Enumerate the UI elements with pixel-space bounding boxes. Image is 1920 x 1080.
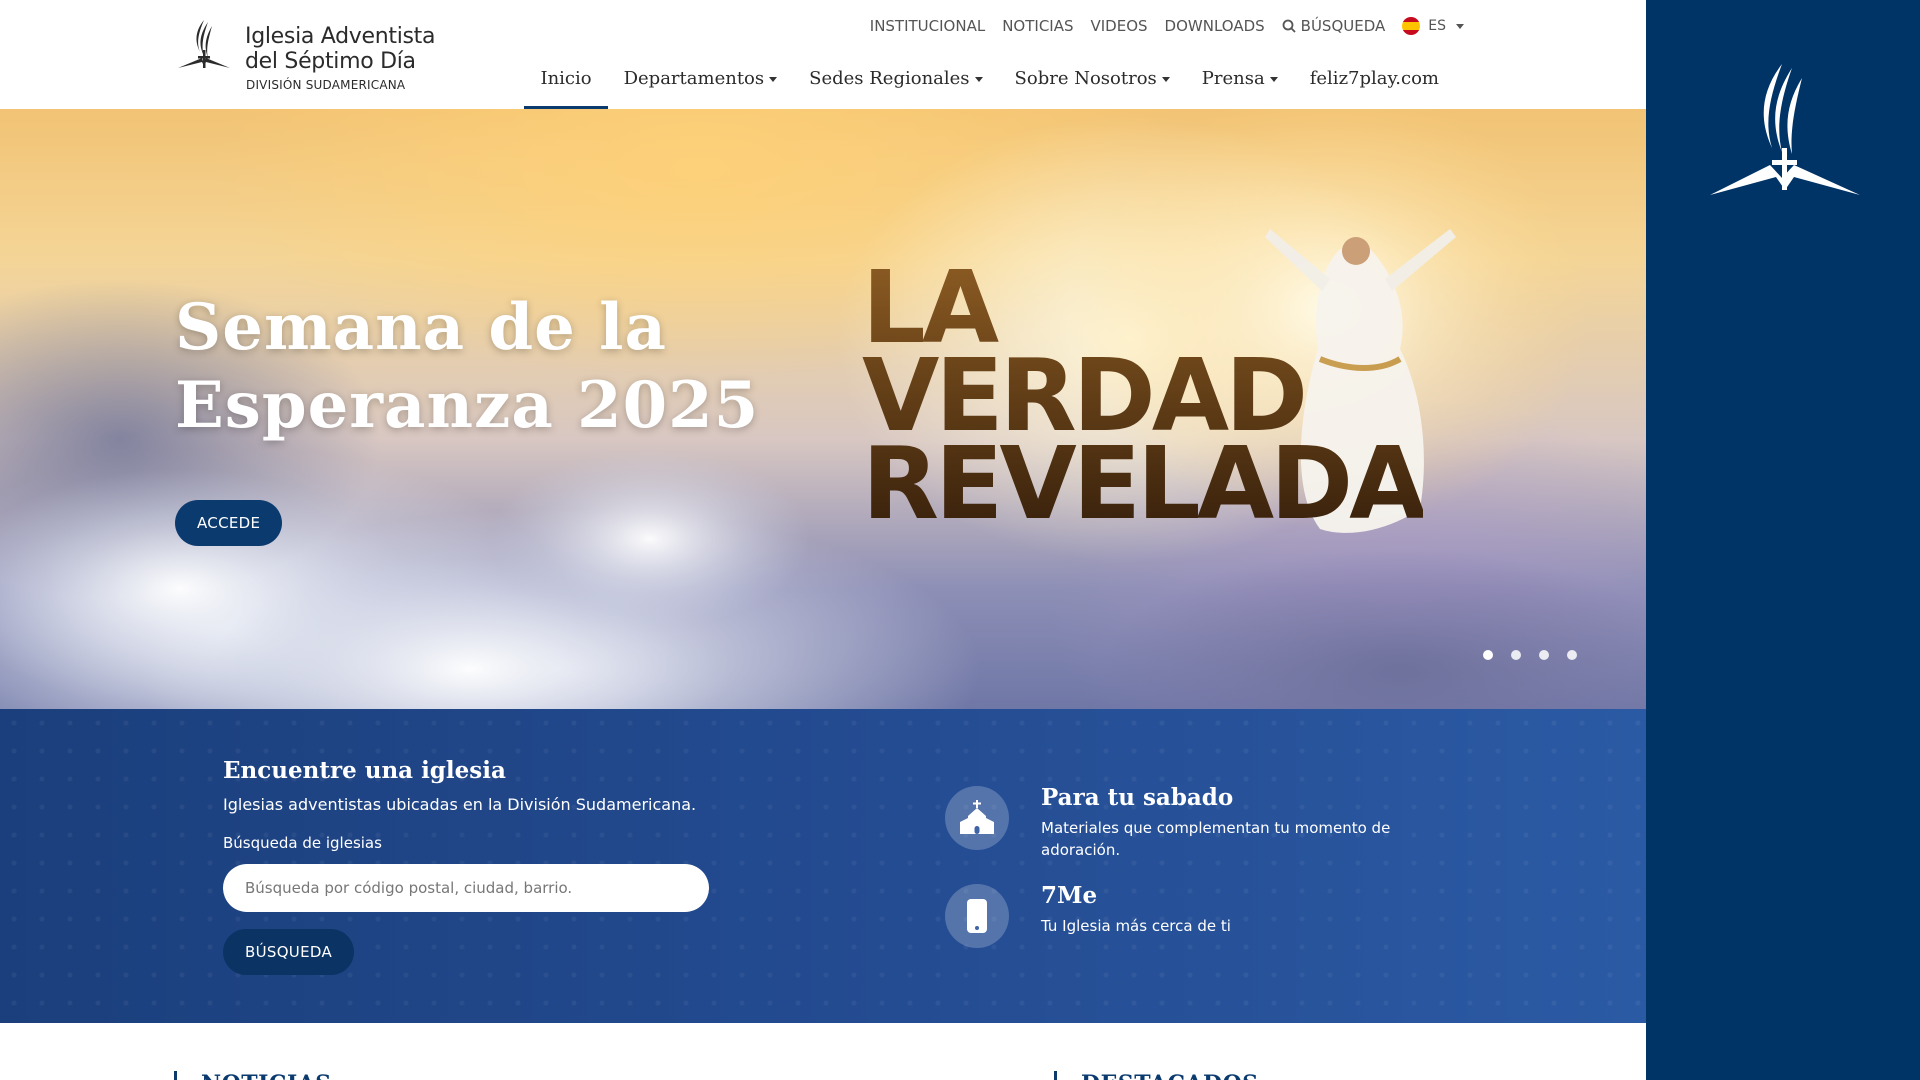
- chevron-down-icon: [769, 77, 778, 82]
- nav-item-inicio[interactable]: Inicio: [524, 64, 608, 109]
- carousel-indicators: [1483, 650, 1577, 660]
- main-nav: Inicio Departamentos Sedes Regionales So…: [524, 64, 1455, 109]
- chevron-down-icon: [1161, 77, 1170, 82]
- util-link-videos[interactable]: VIDEOS: [1091, 17, 1148, 35]
- feature-icon-circle: [945, 786, 1009, 850]
- smartphone-icon: [967, 899, 987, 933]
- nav-label: Inicio: [540, 68, 592, 89]
- adventist-logo-icon: [178, 20, 230, 68]
- church-icon: [960, 800, 994, 834]
- chevron-down-icon: [1269, 77, 1278, 82]
- chevron-down-icon: [1456, 23, 1464, 29]
- carousel-dot-2[interactable]: [1511, 650, 1521, 660]
- feature-description: Tu Iglesia más cerca de ti: [1041, 917, 1231, 935]
- hero-title-line-1: Semana de la: [175, 290, 667, 365]
- spain-flag-icon: [1402, 17, 1421, 35]
- hero-title: Semana de la Esperanza 2025: [175, 289, 759, 445]
- main-column: Iglesia Adventista del Séptimo Día DIVIS…: [0, 0, 1646, 1080]
- hero-art-line-3: REVELADA: [862, 425, 1423, 542]
- utility-nav: INSTITUCIONAL NOTICIAS VIDEOS DOWNLOADS …: [870, 17, 1464, 35]
- finder-title: Encuentre una iglesia: [223, 757, 506, 784]
- section-heading-destacados: DESTACADOS: [1054, 1071, 1259, 1080]
- church-search-button[interactable]: BÚSQUEDA: [223, 929, 355, 975]
- hero-title-line-2: Esperanza 2025: [175, 368, 760, 443]
- feature-description: Materiales que complementan tu momento d…: [1041, 819, 1391, 859]
- feature-icon-circle: [945, 884, 1009, 948]
- carousel-dot-1[interactable]: [1483, 650, 1493, 660]
- feature-7me[interactable]: 7Me Tu Iglesia más cerca de ti: [945, 882, 1411, 948]
- carousel-dot-4[interactable]: [1567, 650, 1577, 660]
- brand-line-3: DIVISIÓN SUDAMERICANA: [246, 78, 406, 92]
- language-label: ES: [1428, 18, 1446, 34]
- nav-label: Departamentos: [623, 68, 765, 89]
- section-heading-noticias: NOTICIAS: [174, 1071, 332, 1080]
- feature-para-tu-sabado[interactable]: Para tu sabado Materiales que complement…: [945, 784, 1411, 861]
- finder-subtitle: Iglesias adventistas ubicadas en la Divi…: [223, 795, 697, 814]
- chevron-down-icon: [974, 77, 983, 82]
- adventist-logo-icon[interactable]: [1710, 60, 1860, 200]
- finder-search-label: Búsqueda de iglesias: [223, 834, 382, 852]
- nav-item-departamentos[interactable]: Departamentos: [608, 64, 794, 109]
- search-icon: [1282, 19, 1296, 33]
- util-link-downloads[interactable]: DOWNLOADS: [1165, 17, 1265, 35]
- util-link-noticias[interactable]: NOTICIAS: [1002, 17, 1073, 35]
- util-search-label: BÚSQUEDA: [1300, 17, 1386, 35]
- hero-art-text: LA VERDAD REVELADA: [862, 264, 1423, 528]
- util-search-link[interactable]: BÚSQUEDA: [1282, 17, 1386, 35]
- content-section: NOTICIAS DESTACADOS: [0, 1023, 1646, 1080]
- nav-label: Prensa: [1201, 68, 1265, 89]
- language-selector[interactable]: ES: [1402, 17, 1464, 35]
- nav-label: Sobre Nosotros: [1014, 68, 1157, 89]
- church-finder-section: Encuentre una iglesia Iglesias adventist…: [0, 709, 1646, 1023]
- brand-line-2: del Séptimo Día: [245, 49, 416, 74]
- nav-label: Sedes Regionales: [809, 68, 970, 89]
- hero-cta-button[interactable]: ACCEDE: [175, 500, 283, 546]
- site-logo[interactable]: Iglesia Adventista del Séptimo Día DIVIS…: [174, 16, 435, 96]
- site-header: Iglesia Adventista del Séptimo Día DIVIS…: [0, 0, 1646, 109]
- carousel-dot-3[interactable]: [1539, 650, 1549, 660]
- church-search-input[interactable]: [223, 864, 709, 912]
- feature-title: 7Me: [1041, 882, 1098, 909]
- brand-line-1: Iglesia Adventista: [245, 24, 436, 49]
- util-link-institucional[interactable]: INSTITUCIONAL: [870, 17, 985, 35]
- nav-item-prensa[interactable]: Prensa: [1186, 64, 1294, 109]
- nav-label: feliz7play.com: [1309, 68, 1439, 89]
- feature-title: Para tu sabado: [1041, 784, 1234, 811]
- hero-carousel[interactable]: Semana de la Esperanza 2025 ACCEDE LA VE…: [0, 109, 1646, 709]
- nav-item-feliz7play[interactable]: feliz7play.com: [1294, 64, 1455, 109]
- nav-item-sobre-nosotros[interactable]: Sobre Nosotros: [999, 64, 1186, 109]
- brand-sidebar: [1646, 0, 1920, 1080]
- nav-item-sedes-regionales[interactable]: Sedes Regionales: [793, 64, 998, 109]
